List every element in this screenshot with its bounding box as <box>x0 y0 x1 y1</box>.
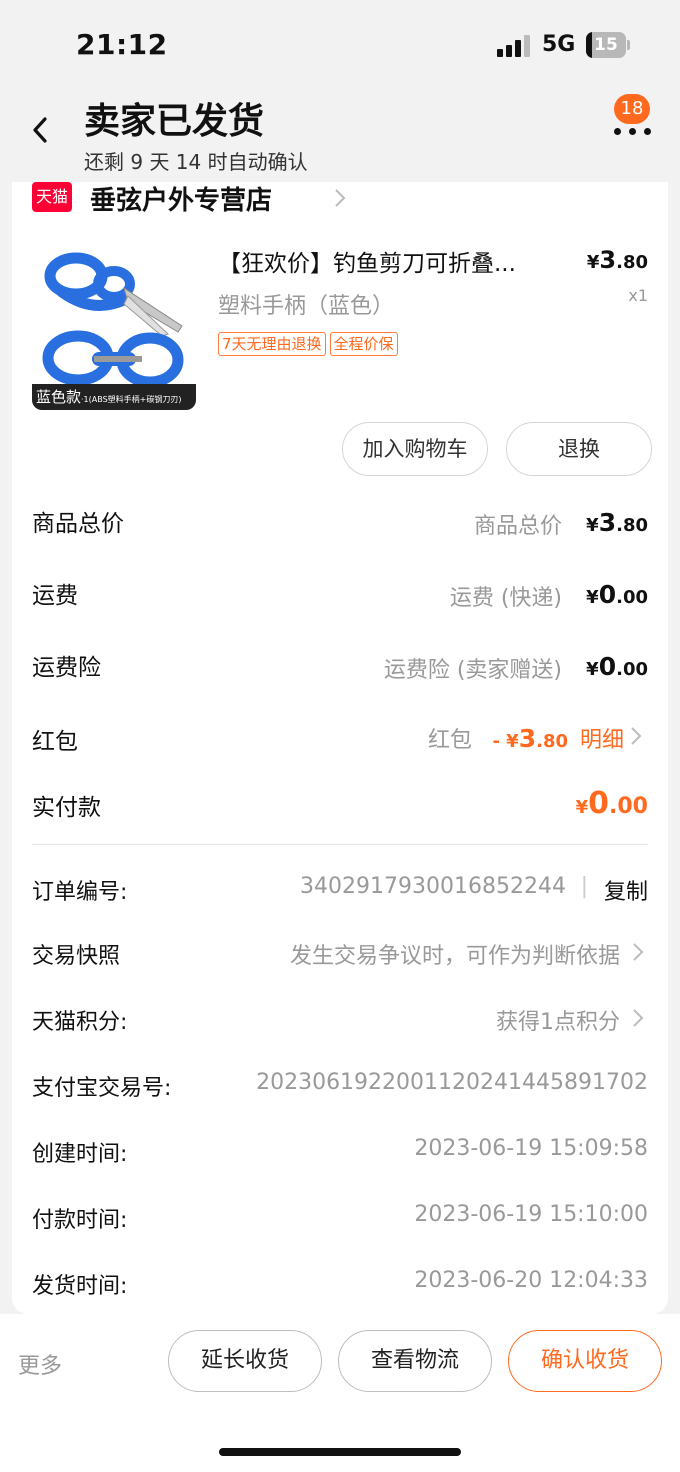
order-card: 天猫 垂弦户外专营店 蓝色款·1(ABS塑料手柄+碳钢刀刃) 【狂欢价】钓鱼剪刀… <box>12 182 668 1314</box>
page-title: 卖家已发货 <box>84 101 265 142</box>
chevron-left-icon <box>33 117 47 143</box>
cellular-signal-icon <box>497 35 531 57</box>
network-label: 5G <box>542 32 576 57</box>
extend-receipt-button[interactable]: 延长收货 <box>168 1330 322 1392</box>
snapshot-value[interactable]: 发生交易争议时，可作为判断依据 <box>290 938 620 970</box>
paid-label: 实付款 <box>32 795 101 821</box>
return-exchange-button[interactable]: 退换 <box>506 422 652 476</box>
paid-time-value: 2023-06-19 15:10:00 <box>414 1202 648 1227</box>
shipped-time-label: 发货时间: <box>32 1274 128 1299</box>
created-time-value: 2023-06-19 15:09:58 <box>414 1136 648 1161</box>
product-quantity: x1 <box>628 286 648 305</box>
status-time: 21:12 <box>76 28 168 61</box>
section-divider <box>32 844 648 845</box>
order-detail-page: 21:12 5G 15 卖家已发货 还剩 9 天 14 时自动确认 18 天猫 … <box>0 0 680 1472</box>
points-value[interactable]: 获得1点积分 <box>496 1004 620 1036</box>
order-number-label: 订单编号: <box>32 880 128 905</box>
shop-name: 垂弦户外专营店 <box>90 186 273 216</box>
product-title[interactable]: 【狂欢价】钓鱼剪刀可折叠... <box>218 244 578 278</box>
chevron-right-icon <box>633 1009 644 1027</box>
back-button[interactable] <box>26 112 56 148</box>
more-actions-link[interactable]: 更多 <box>18 1348 62 1380</box>
order-number-value: 3402917930016852244 <box>300 874 566 899</box>
alipay-number-label: 支付宝交易号: <box>32 1076 172 1101</box>
auto-confirm-countdown: 还剩 9 天 14 时自动确认 <box>84 150 308 174</box>
tmall-badge: 天猫 <box>32 182 72 212</box>
copy-order-number-button[interactable]: 复制 <box>604 874 648 906</box>
add-to-cart-button[interactable]: 加入购物车 <box>342 422 488 476</box>
fee-amount-total: ¥3.80 <box>586 508 648 537</box>
red-packet-detail-link[interactable]: 明细 <box>580 722 624 754</box>
product-image[interactable]: 蓝色款·1(ABS塑料手柄+碳钢刀刃) <box>32 242 196 410</box>
bottom-action-bar: 更多 延长收货 查看物流 确认收货 <box>0 1314 680 1472</box>
fee-label-total: 商品总价 <box>32 511 124 537</box>
battery-level: 15 <box>594 35 618 55</box>
snapshot-label: 交易快照 <box>32 944 121 969</box>
confirm-receipt-button[interactable]: 确认收货 <box>508 1330 662 1392</box>
more-menu-button[interactable]: 18 <box>606 92 666 142</box>
fee-amount-red-packet: - ¥3.80 <box>492 724 568 753</box>
battery-icon: 15 <box>586 32 630 58</box>
fee-desc-total: 商品总价 <box>473 514 562 539</box>
fee-desc-red-packet: 红包 <box>427 728 472 753</box>
fee-amount-shipping: ¥0.00 <box>586 580 648 609</box>
tag-price-protection: 全程价保 <box>329 332 398 356</box>
paid-time-label: 付款时间: <box>32 1208 128 1233</box>
points-label: 天猫积分: <box>32 1010 128 1035</box>
fee-amount-shipping-insurance: ¥0.00 <box>586 652 648 681</box>
paid-amount: ¥0.00 <box>575 786 648 821</box>
copy-separator: | <box>580 874 588 899</box>
product-sku: 塑料手柄（蓝色） <box>218 294 395 319</box>
variant-caption: 蓝色款·1(ABS塑料手柄+碳钢刀刃) <box>32 384 196 410</box>
chevron-right-icon <box>335 189 346 207</box>
home-indicator[interactable] <box>219 1448 461 1456</box>
shipped-time-value: 2023-06-20 12:04:33 <box>414 1268 648 1293</box>
fee-label-shipping-insurance: 运费险 <box>32 655 101 681</box>
service-tags: 7天无理由退换 全程价保 <box>218 332 402 356</box>
chevron-right-icon <box>631 727 642 745</box>
status-bar: 21:12 5G 15 <box>0 0 680 88</box>
created-time-label: 创建时间: <box>32 1142 128 1167</box>
chevron-right-icon <box>633 943 644 961</box>
product-price: ¥3.80 <box>586 246 648 274</box>
tag-seven-day-return: 7天无理由退换 <box>218 332 326 356</box>
fee-desc-shipping-insurance: 运费险 (卖家赠送) <box>383 658 562 683</box>
message-count-badge: 18 <box>614 94 650 124</box>
fee-label-shipping: 运费 <box>32 583 78 609</box>
fee-label-red-packet: 红包 <box>32 729 78 755</box>
fee-desc-shipping: 运费 (快递) <box>449 586 562 611</box>
view-logistics-button[interactable]: 查看物流 <box>338 1330 492 1392</box>
alipay-number-value: 2023061922001120241445891702 <box>256 1070 648 1095</box>
